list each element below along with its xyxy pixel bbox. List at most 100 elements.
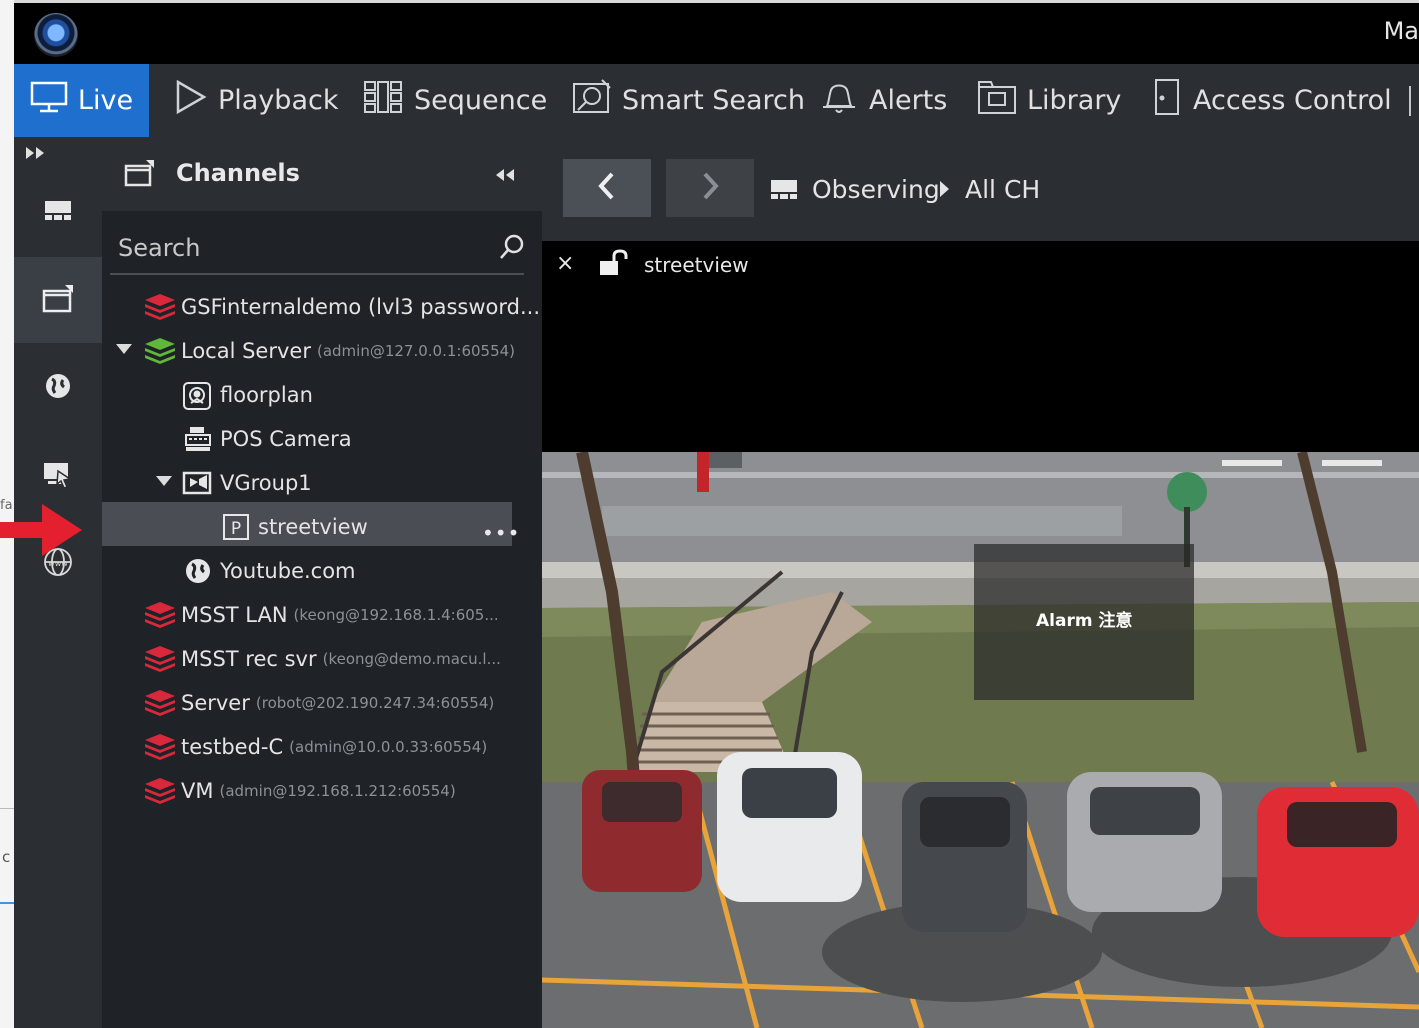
tree-item-server[interactable]: VM (admin@192.168.1.212:60554) <box>102 769 542 813</box>
video-group-icon <box>182 469 212 501</box>
camera-scene-image <box>542 452 1419 1028</box>
tree-item-label: GSFinternaldemo (lvl3 password... <box>181 295 541 319</box>
tile-camera-name: streetview <box>644 253 749 277</box>
nav-smart-search-label: Smart Search <box>622 85 806 116</box>
desktop-divider <box>0 808 14 809</box>
smart-search-icon <box>572 78 612 123</box>
channels-icon <box>124 159 156 191</box>
chevron-right-icon <box>699 171 721 205</box>
remote-display-icon <box>42 459 74 493</box>
rail-channels-button[interactable] <box>14 257 102 343</box>
nav-playback-label: Playback <box>218 85 339 116</box>
expand-arrow-icon[interactable] <box>116 344 132 354</box>
tree-item-address: (keong@192.168.1.4:605... <box>293 606 499 624</box>
desktop-text: c <box>2 848 11 866</box>
rail-globe-button[interactable] <box>14 345 102 431</box>
channel-search <box>110 223 524 275</box>
nav-playback[interactable]: Playback <box>174 64 338 137</box>
title-bar: Ma <box>14 0 1419 64</box>
unlock-icon[interactable] <box>598 249 628 281</box>
p-camera-icon: P <box>222 513 250 545</box>
breadcrumb-all-ch[interactable]: All CH <box>965 175 1040 204</box>
tree-item-server[interactable]: GSFinternaldemo (lvl3 password... <box>102 285 542 329</box>
tree-item-server[interactable]: MSST LAN (keong@192.168.1.4:605... <box>102 593 542 637</box>
server-green-icon <box>144 337 176 369</box>
chevron-left-icon <box>596 171 618 205</box>
alarm-overlay: Alarm 注意 <box>974 544 1194 700</box>
monitor-icon <box>30 80 68 121</box>
tree-item-label: MSST LAN <box>181 603 288 627</box>
tree-item-label: VGroup1 <box>220 471 312 495</box>
tree-item-address: (admin@127.0.0.1:60554) <box>316 342 516 360</box>
door-icon <box>1151 78 1183 123</box>
nav-alerts[interactable]: Alerts <box>819 64 947 137</box>
tree-item-label: Server <box>181 691 250 715</box>
tree-item-server[interactable]: Server (robot@202.190.247.34:60554) <box>102 681 542 725</box>
tree-item-address: (admin@192.168.1.212:60554) <box>219 782 456 800</box>
back-button[interactable] <box>563 159 651 217</box>
alarm-label: Alarm 注意 <box>1036 611 1133 631</box>
tree-item-group[interactable]: VGroup1 <box>102 461 542 505</box>
tree-item-camera-selected[interactable]: P streetview <box>102 505 542 549</box>
tree-item-server[interactable]: testbed-C (admin@10.0.0.33:60554) <box>102 725 542 769</box>
tree-item-label: VM <box>181 779 214 803</box>
tree-item-server[interactable]: MSST rec svr (keong@demo.macu.l... <box>102 637 542 681</box>
library-icon <box>977 79 1017 122</box>
channels-icon <box>41 283 75 317</box>
tree-item-label: Youtube.com <box>220 559 356 583</box>
tree-item-address: (admin@10.0.0.33:60554) <box>289 738 488 756</box>
tree-item-label: testbed-C <box>181 735 284 759</box>
tree-item-floorplan[interactable]: floorplan <box>102 373 542 417</box>
tile-close-icon[interactable]: × <box>556 251 574 276</box>
nav-access-control[interactable]: Access Control <box>1151 64 1392 137</box>
tree-item-label: MSST rec svr <box>181 647 317 671</box>
camera-feed[interactable]: Alarm 注意 <box>542 452 1419 1028</box>
nav-live[interactable]: Live <box>14 64 149 137</box>
server-red-icon <box>144 689 176 721</box>
view-toolbar: Observing All CH <box>542 137 1419 241</box>
pos-register-icon <box>184 425 212 457</box>
tree-item-pos[interactable]: POS Camera <box>102 417 542 461</box>
nav-overflow[interactable] <box>1409 86 1417 116</box>
globe-icon <box>43 371 73 405</box>
live-view: Observing All CH × streetview Alarm 注意 <box>542 137 1419 1028</box>
main-nav: Live Playback Sequence Smart Search Aler… <box>14 64 1419 137</box>
app-logo-icon[interactable] <box>34 13 78 57</box>
server-red-icon <box>144 293 176 325</box>
tree-item-label: streetview <box>258 515 368 539</box>
row-more-button[interactable]: ••• <box>482 521 520 545</box>
tree-item-web[interactable]: Youtube.com <box>102 549 542 593</box>
side-rail: www <box>14 137 102 1028</box>
nav-sequence-label: Sequence <box>414 85 548 116</box>
breadcrumb-observing[interactable]: Observing <box>812 175 940 204</box>
forward-button[interactable] <box>666 159 754 217</box>
tree-item-server[interactable]: Local Server (admin@127.0.0.1:60554) <box>102 329 542 373</box>
tree-item-address: (robot@202.190.247.34:60554) <box>255 694 495 712</box>
channels-panel-header: Channels <box>102 137 542 211</box>
layout-icon <box>43 197 73 227</box>
nav-smart-search[interactable]: Smart Search <box>572 64 805 137</box>
server-red-icon <box>144 733 176 765</box>
expand-rail-icon[interactable] <box>24 143 48 163</box>
nav-live-label: Live <box>77 85 134 116</box>
nav-library[interactable]: Library <box>977 64 1121 137</box>
tree-item-label: Local Server <box>181 339 311 363</box>
nav-alerts-label: Alerts <box>869 85 948 116</box>
globe-icon <box>184 557 212 589</box>
tree-item-label: floorplan <box>220 383 313 407</box>
channels-panel: Channels GSFinternaldemo (lvl3 password.… <box>102 137 542 1028</box>
collapse-panel-icon[interactable] <box>494 167 518 187</box>
search-icon[interactable] <box>498 233 526 265</box>
channels-panel-title: Channels <box>176 159 300 187</box>
nav-library-label: Library <box>1027 85 1122 116</box>
expand-arrow-icon[interactable] <box>156 476 172 486</box>
floorplan-icon <box>182 381 212 415</box>
tree-item-address: (keong@demo.macu.l... <box>322 650 501 668</box>
search-input[interactable] <box>116 229 470 267</box>
bell-icon <box>819 78 859 123</box>
nav-sequence[interactable]: Sequence <box>362 64 547 137</box>
rail-layout-button[interactable] <box>14 169 102 255</box>
sequence-icon <box>362 79 404 122</box>
breadcrumb-separator-icon <box>940 181 949 197</box>
svg-text:P: P <box>231 519 241 539</box>
